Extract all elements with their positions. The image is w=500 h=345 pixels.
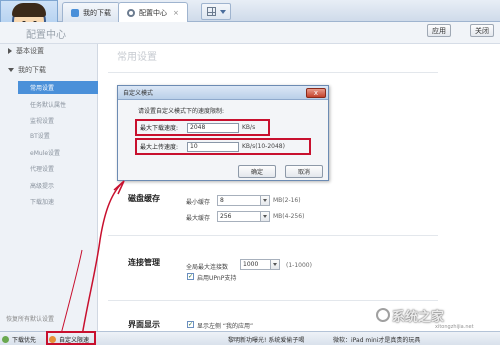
annotation-arrow: [59, 180, 125, 339]
download-priority-mode[interactable]: 下载优先: [2, 334, 36, 344]
news-ticker-2[interactable]: 微软：iPad mini才是真贵的玩具: [333, 335, 420, 344]
watermark-logo-icon: [376, 308, 390, 322]
speed-mode-icon: [2, 335, 9, 343]
watermark-url: xitongzhijia.net: [435, 324, 474, 330]
status-label: 下载优先: [12, 336, 37, 344]
highlight-box: [46, 331, 96, 345]
news-ticker-1[interactable]: 黎明新功曝光! 系统爱偷子喝: [228, 335, 304, 344]
watermark: 系统之家: [392, 310, 445, 325]
